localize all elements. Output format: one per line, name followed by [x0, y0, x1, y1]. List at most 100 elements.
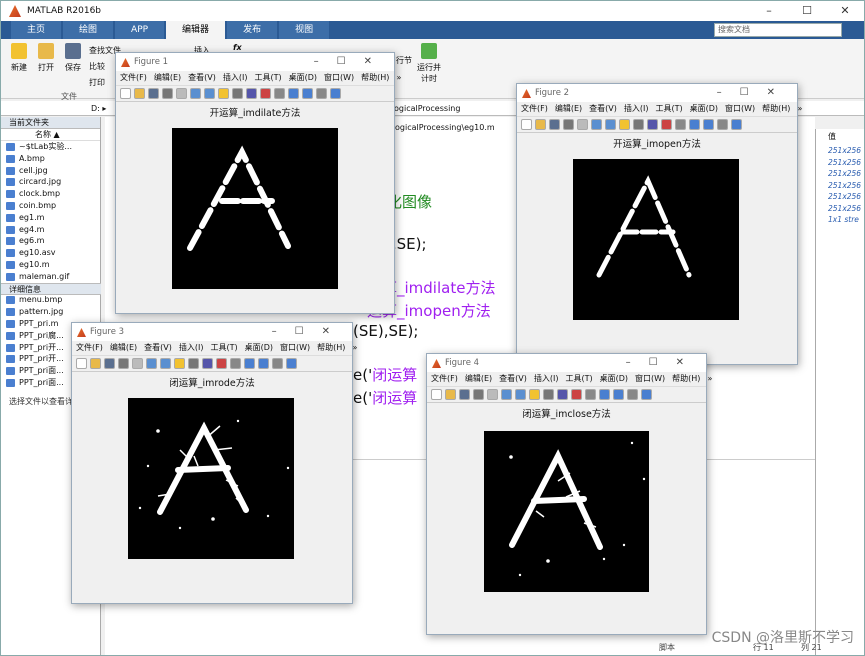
- search-input[interactable]: 搜索文档: [714, 23, 842, 37]
- open-icon[interactable]: [90, 358, 101, 369]
- zoom-out-icon[interactable]: [160, 358, 171, 369]
- file-list-item[interactable]: maleman.gif: [1, 271, 100, 283]
- save-icon[interactable]: [148, 88, 159, 99]
- file-list-item[interactable]: coin.bmp: [1, 200, 100, 212]
- pointer-icon[interactable]: [487, 389, 498, 400]
- file-list-item[interactable]: eg4.m: [1, 224, 100, 236]
- brush-icon[interactable]: [260, 88, 271, 99]
- rotate-icon[interactable]: [232, 88, 243, 99]
- link-icon[interactable]: [675, 119, 686, 130]
- figure-window-controls[interactable]: –☐✕: [272, 323, 348, 341]
- pointer-icon[interactable]: [577, 119, 588, 130]
- figure-menu-item[interactable]: 插入(I): [223, 71, 248, 85]
- brush-icon[interactable]: [571, 389, 582, 400]
- print-icon[interactable]: [473, 389, 484, 400]
- save-icon[interactable]: [549, 119, 560, 130]
- figure-menu-item[interactable]: 编辑(E): [110, 341, 137, 355]
- zoom-out-icon[interactable]: [605, 119, 616, 130]
- zoom-in-icon[interactable]: [146, 358, 157, 369]
- save-icon[interactable]: [459, 389, 470, 400]
- hide-icon[interactable]: [717, 119, 728, 130]
- file-list-item[interactable]: ~$tLab实验...: [1, 141, 100, 153]
- tab-publish[interactable]: 发布: [227, 21, 278, 39]
- figure-window-controls[interactable]: –☐✕: [717, 84, 793, 102]
- file-list-item[interactable]: eg6.m: [1, 235, 100, 247]
- colorbar-icon[interactable]: [288, 88, 299, 99]
- minimize-button[interactable]: –: [750, 1, 788, 21]
- figure-menu-item[interactable]: 查看(V): [144, 341, 172, 355]
- zoom-out-icon[interactable]: [515, 389, 526, 400]
- tab-plots[interactable]: 绘图: [63, 21, 114, 39]
- figure-2-window[interactable]: Figure 2 –☐✕ 文件(F) 编辑(E) 查看(V) 插入(I) 工具(T) 桌面(…: [516, 83, 802, 365]
- dock-icon[interactable]: [731, 119, 742, 130]
- link-icon[interactable]: [274, 88, 285, 99]
- file-list-item[interactable]: cell.jpg: [1, 165, 100, 177]
- figure-menu-item[interactable]: 编辑(E): [555, 102, 582, 116]
- open-icon[interactable]: [445, 389, 456, 400]
- link-icon[interactable]: [585, 389, 596, 400]
- print-icon[interactable]: [563, 119, 574, 130]
- rotate-icon[interactable]: [543, 389, 554, 400]
- figure-menu-item[interactable]: 帮助(H): [672, 372, 700, 386]
- figure-menu-item[interactable]: 桌面(D): [245, 341, 273, 355]
- pan-icon[interactable]: [174, 358, 185, 369]
- file-list-item[interactable]: eg10.asv: [1, 247, 100, 259]
- brush-icon[interactable]: [661, 119, 672, 130]
- figure-menu-item[interactable]: 编辑(E): [154, 71, 181, 85]
- zoom-in-icon[interactable]: [591, 119, 602, 130]
- tab-view[interactable]: 视图: [279, 21, 330, 39]
- close-button[interactable]: ✕: [826, 1, 864, 21]
- figure-1-window[interactable]: Figure 1 –☐✕ 文件(F) 编辑(E) 查看(V) 插入(I) 工具(T) 桌面(…: [115, 52, 401, 314]
- figure-menu-item[interactable]: 工具(T): [254, 71, 281, 85]
- pan-icon[interactable]: [619, 119, 630, 130]
- figure-menu-item[interactable]: 文件(F): [521, 102, 548, 116]
- figure-menu-item[interactable]: 帮助(H): [317, 341, 345, 355]
- figure-menu-item[interactable]: 窗口(W): [324, 71, 354, 85]
- datacursor-icon[interactable]: [202, 358, 213, 369]
- figure-menu-item[interactable]: 桌面(D): [600, 372, 628, 386]
- figure-menu-item[interactable]: 文件(F): [431, 372, 458, 386]
- rotate-icon[interactable]: [188, 358, 199, 369]
- open-button[interactable]: 打开: [34, 43, 58, 73]
- file-list-item[interactable]: eg1.m: [1, 212, 100, 224]
- tab-home[interactable]: 主页: [11, 21, 62, 39]
- datacursor-icon[interactable]: [246, 88, 257, 99]
- hide-icon[interactable]: [316, 88, 327, 99]
- figure-menu-item[interactable]: 工具(T): [565, 372, 592, 386]
- file-list-item[interactable]: menu.bmp: [1, 294, 100, 306]
- hide-icon[interactable]: [627, 389, 638, 400]
- figure-menu-item[interactable]: 查看(V): [499, 372, 527, 386]
- save-icon[interactable]: [104, 358, 115, 369]
- figure-menu-item[interactable]: 帮助(H): [762, 102, 790, 116]
- figure-menu-item[interactable]: »: [352, 341, 357, 355]
- figure-menu-item[interactable]: 编辑(E): [465, 372, 492, 386]
- new-figure-icon[interactable]: [120, 88, 131, 99]
- print-icon[interactable]: [118, 358, 129, 369]
- colorbar-icon[interactable]: [244, 358, 255, 369]
- print-icon[interactable]: [162, 88, 173, 99]
- figure-menu-item[interactable]: »: [396, 71, 401, 85]
- rotate-icon[interactable]: [633, 119, 644, 130]
- figure-3-window[interactable]: Figure 3 –☐✕ 文件(F) 编辑(E) 查看(V) 插入(I) 工具(T) 桌面(…: [71, 322, 357, 604]
- figure-menu-item[interactable]: 插入(I): [534, 372, 559, 386]
- legend-icon[interactable]: [703, 119, 714, 130]
- file-list-item[interactable]: A.bmp: [1, 153, 100, 165]
- legend-icon[interactable]: [613, 389, 624, 400]
- zoom-in-icon[interactable]: [501, 389, 512, 400]
- figure-menu-item[interactable]: 查看(V): [188, 71, 216, 85]
- figure-menu-item[interactable]: 窗口(W): [280, 341, 310, 355]
- pan-icon[interactable]: [218, 88, 229, 99]
- compare-button[interactable]: 比较: [89, 61, 105, 72]
- colorbar-icon[interactable]: [599, 389, 610, 400]
- zoom-in-icon[interactable]: [190, 88, 201, 99]
- tab-editor[interactable]: 编辑器: [166, 21, 226, 39]
- file-list-item[interactable]: eg10.m: [1, 259, 100, 271]
- figure-menu-item[interactable]: 文件(F): [76, 341, 103, 355]
- figure-menu-item[interactable]: 查看(V): [589, 102, 617, 116]
- figure-window-controls[interactable]: –☐✕: [314, 53, 390, 71]
- figure-menu-item[interactable]: 桌面(D): [289, 71, 317, 85]
- pointer-icon[interactable]: [176, 88, 187, 99]
- save-button[interactable]: 保存: [61, 43, 85, 73]
- figure-menu-item[interactable]: 插入(I): [624, 102, 649, 116]
- run-and-time-button[interactable]: 运行并 计时: [415, 43, 443, 84]
